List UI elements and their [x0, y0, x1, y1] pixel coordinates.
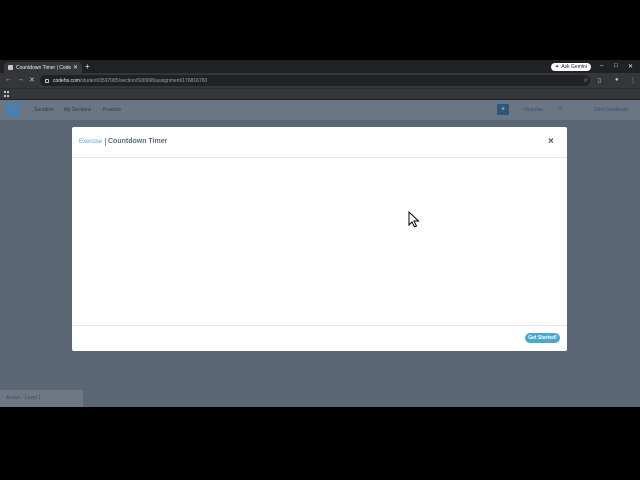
tab-strip: Countdown Timer | CodeHS ✕ + ✦ Ask Gemin…	[0, 60, 640, 73]
screen: Countdown Timer | CodeHS ✕ + ✦ Ask Gemin…	[0, 0, 640, 480]
modal-footer: Get Started!	[72, 325, 567, 351]
address-bar[interactable]: codehs.com /student/3597085/section/5009…	[40, 75, 590, 86]
codehs-favicon-icon	[8, 65, 13, 70]
nav-link-sandbox[interactable]: Sandbox	[34, 107, 54, 113]
menu-kebab-icon[interactable]: ⋮	[630, 77, 636, 84]
mouse-pointer-icon	[408, 211, 420, 228]
bookmarks-bar	[0, 88, 640, 99]
user-menu[interactable]: John Goodman	[594, 107, 628, 113]
modal-divider	[105, 138, 106, 146]
bookmark-star-icon[interactable]: ☆	[583, 77, 588, 84]
resume-link[interactable]: ◔ Resume	[520, 107, 543, 113]
back-icon[interactable]: ←	[5, 76, 12, 83]
sidebar-icon[interactable]: ▯	[598, 77, 601, 84]
modal-body	[72, 159, 567, 325]
site-info-icon[interactable]	[45, 78, 49, 83]
forward-icon[interactable]: →	[17, 76, 24, 83]
window-close-icon[interactable]: ✕	[628, 63, 633, 70]
new-tab-button[interactable]: +	[85, 63, 90, 71]
browser-tab[interactable]: Countdown Timer | CodeHS ✕	[4, 62, 82, 73]
url-host: codehs.com	[53, 77, 80, 84]
bottom-assignment-tag[interactable]: Arrays - Level 1	[0, 390, 83, 407]
ask-gemini-button[interactable]: ✦ Ask Gemini	[551, 63, 591, 71]
tab-title: Countdown Timer | CodeHS	[16, 64, 71, 71]
stop-loading-icon[interactable]: ✕	[29, 76, 35, 84]
nav-link-practice[interactable]: Practice	[103, 107, 121, 113]
modal-header: Exercise Countdown Timer ×	[72, 127, 567, 158]
codehs-logo-icon[interactable]	[6, 103, 20, 117]
profile-avatar-icon[interactable]: ●	[615, 77, 619, 83]
site-nav: Sandbox My Sections Practice + ◔ Resume …	[0, 100, 640, 120]
get-started-button[interactable]: Get Started!	[525, 333, 560, 343]
tab-close-icon[interactable]: ✕	[73, 64, 78, 71]
minimize-icon[interactable]: –	[600, 63, 603, 69]
maximize-icon[interactable]: □	[614, 63, 618, 69]
modal-close-icon[interactable]: ×	[548, 136, 554, 147]
resume-label: Resume	[524, 107, 544, 113]
notification-bell-icon[interactable]: ♫	[557, 105, 562, 112]
apps-grid-icon[interactable]	[4, 91, 10, 97]
exercise-modal: Exercise Countdown Timer × Get Started!	[72, 127, 567, 351]
ask-gemini-label: Ask Gemini	[561, 64, 587, 70]
url-path: /student/3597085/section/500998/assignme…	[79, 77, 208, 84]
nav-link-my-sections[interactable]: My Sections	[64, 107, 91, 113]
create-button[interactable]: +	[497, 104, 509, 115]
browser-toolbar: ← → ✕ codehs.com /student/3597085/sectio…	[0, 73, 640, 88]
modal-title: Countdown Timer	[108, 138, 168, 145]
modal-kicker: Exercise	[79, 139, 103, 145]
sparkle-icon: ✦	[555, 64, 560, 70]
